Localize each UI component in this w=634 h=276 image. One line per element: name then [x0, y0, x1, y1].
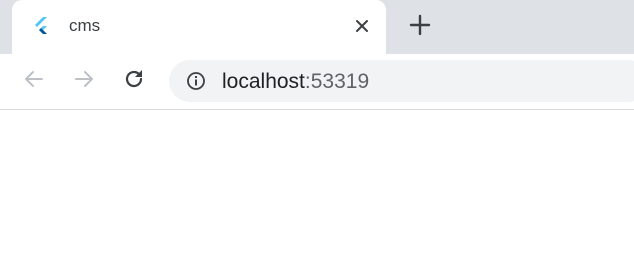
- back-arrow-icon: [22, 67, 46, 96]
- url-text[interactable]: localhost:53319: [222, 71, 369, 93]
- address-bar[interactable]: localhost:53319: [169, 60, 634, 102]
- page-content: [0, 110, 634, 276]
- forward-button[interactable]: [70, 67, 98, 95]
- forward-arrow-icon: [72, 67, 96, 96]
- plus-icon: [409, 14, 431, 41]
- flutter-logo-icon: [32, 16, 52, 36]
- tab-title: cms: [69, 16, 101, 35]
- reload-icon: [122, 67, 146, 96]
- url-host: localhost: [222, 70, 305, 93]
- back-button[interactable]: [20, 67, 48, 95]
- browser-toolbar: localhost:53319: [0, 54, 634, 110]
- reload-button[interactable]: [120, 67, 148, 95]
- info-icon[interactable]: [186, 71, 206, 91]
- new-tab-button[interactable]: [406, 13, 434, 41]
- tab-strip: cms: [0, 0, 634, 54]
- close-icon[interactable]: [350, 14, 374, 38]
- browser-tab[interactable]: cms: [12, 0, 386, 54]
- url-port: :53319: [304, 70, 370, 93]
